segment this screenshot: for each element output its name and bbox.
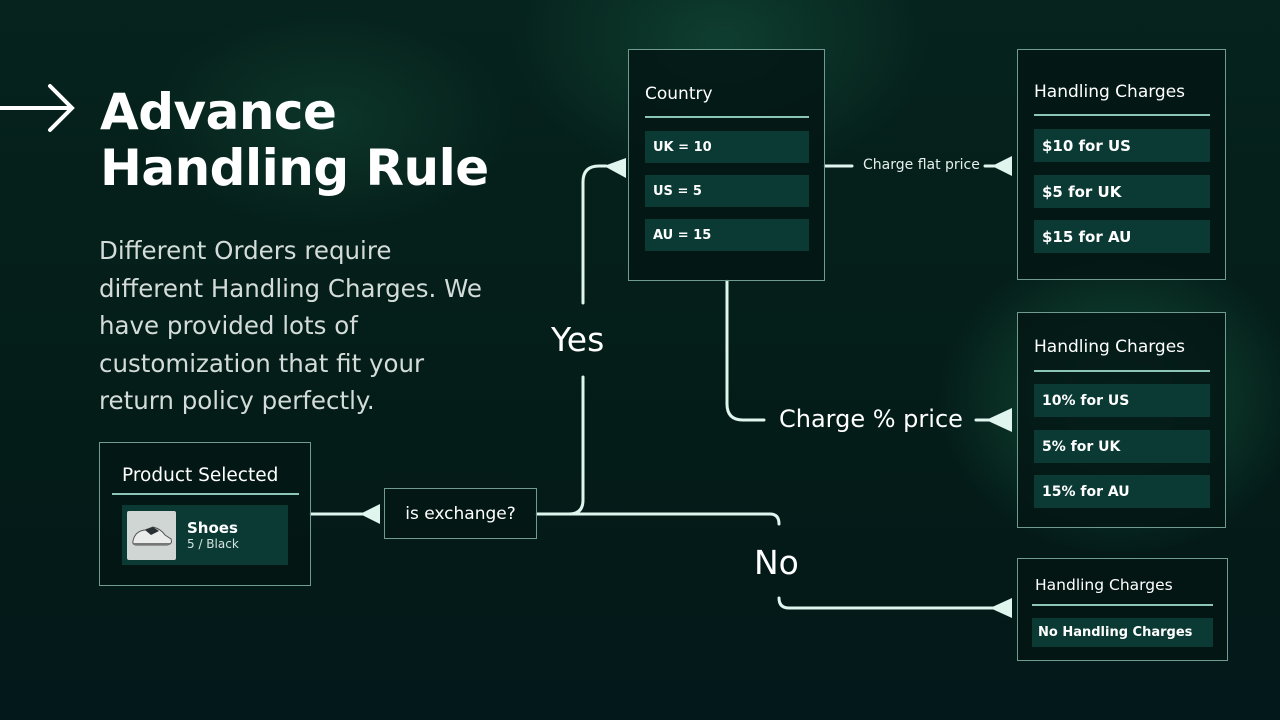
card-title: Handling Charges [1035, 576, 1173, 594]
charge-row: No Handling Charges [1032, 618, 1213, 647]
decision-question: is exchange? [405, 503, 516, 524]
is-exchange-decision: is exchange? [384, 488, 537, 539]
arrowhead-yes-country [604, 158, 626, 178]
wire-yes-lower [567, 375, 585, 516]
arrowhead-percent [986, 408, 1012, 432]
no-label: No [754, 543, 799, 582]
shoe-icon [132, 525, 172, 545]
card-title: Product Selected [122, 465, 279, 486]
product-variant: 5 / Black [187, 537, 239, 551]
wire-country-percent [725, 279, 766, 422]
card-divider [112, 493, 299, 495]
arrowhead-no [990, 598, 1012, 618]
charge-row: $10 for US [1034, 129, 1210, 162]
card-title: Country [645, 84, 713, 104]
card-divider [1032, 604, 1213, 606]
wire-yes-upper [581, 164, 608, 305]
card-title: Handling Charges [1034, 337, 1186, 357]
charge-row: $5 for UK [1034, 175, 1210, 208]
wire-exchange-split [535, 512, 781, 526]
product-selected-card: Product Selected Shoes 5 / Black [99, 442, 311, 586]
handling-charges-flat-card: Handling Charges $10 for US $5 for UK $1… [1017, 49, 1226, 280]
shoe-image [127, 510, 176, 560]
product-name: Shoes [187, 519, 238, 537]
title-line-2: Handling Rule [100, 139, 489, 197]
country-row: US = 5 [645, 175, 809, 207]
card-divider [645, 116, 809, 118]
handling-charges-none-card: Handling Charges No Handling Charges [1017, 558, 1228, 661]
country-row: UK = 10 [645, 131, 809, 163]
charge-row: 15% for AU [1034, 475, 1210, 508]
description-text: Different Orders require different Handl… [99, 236, 482, 415]
arrowhead-exchange-product [360, 504, 380, 524]
charge-flat-label: Charge flat price [863, 157, 980, 173]
charge-row: 5% for UK [1034, 430, 1210, 463]
wire-no-card [777, 596, 997, 610]
arrowhead-flat [992, 156, 1012, 176]
title-line-1: Advance [100, 83, 337, 141]
country-row: AU = 15 [645, 219, 809, 251]
card-divider [1034, 114, 1210, 116]
arrow-right-icon [0, 84, 75, 132]
page-title: Advance Handling Rule [100, 84, 489, 196]
yes-label: Yes [551, 320, 605, 359]
charge-percent-label: Charge % price [779, 405, 963, 433]
card-title: Handling Charges [1034, 82, 1186, 102]
country-card: Country UK = 10 US = 5 AU = 15 [628, 49, 825, 281]
card-divider [1034, 370, 1210, 372]
handling-charges-percent-card: Handling Charges 10% for US 5% for UK 15… [1017, 312, 1226, 528]
product-item[interactable]: Shoes 5 / Black [122, 505, 288, 565]
charge-row: $15 for AU [1034, 220, 1210, 253]
charge-row: 10% for US [1034, 384, 1210, 417]
